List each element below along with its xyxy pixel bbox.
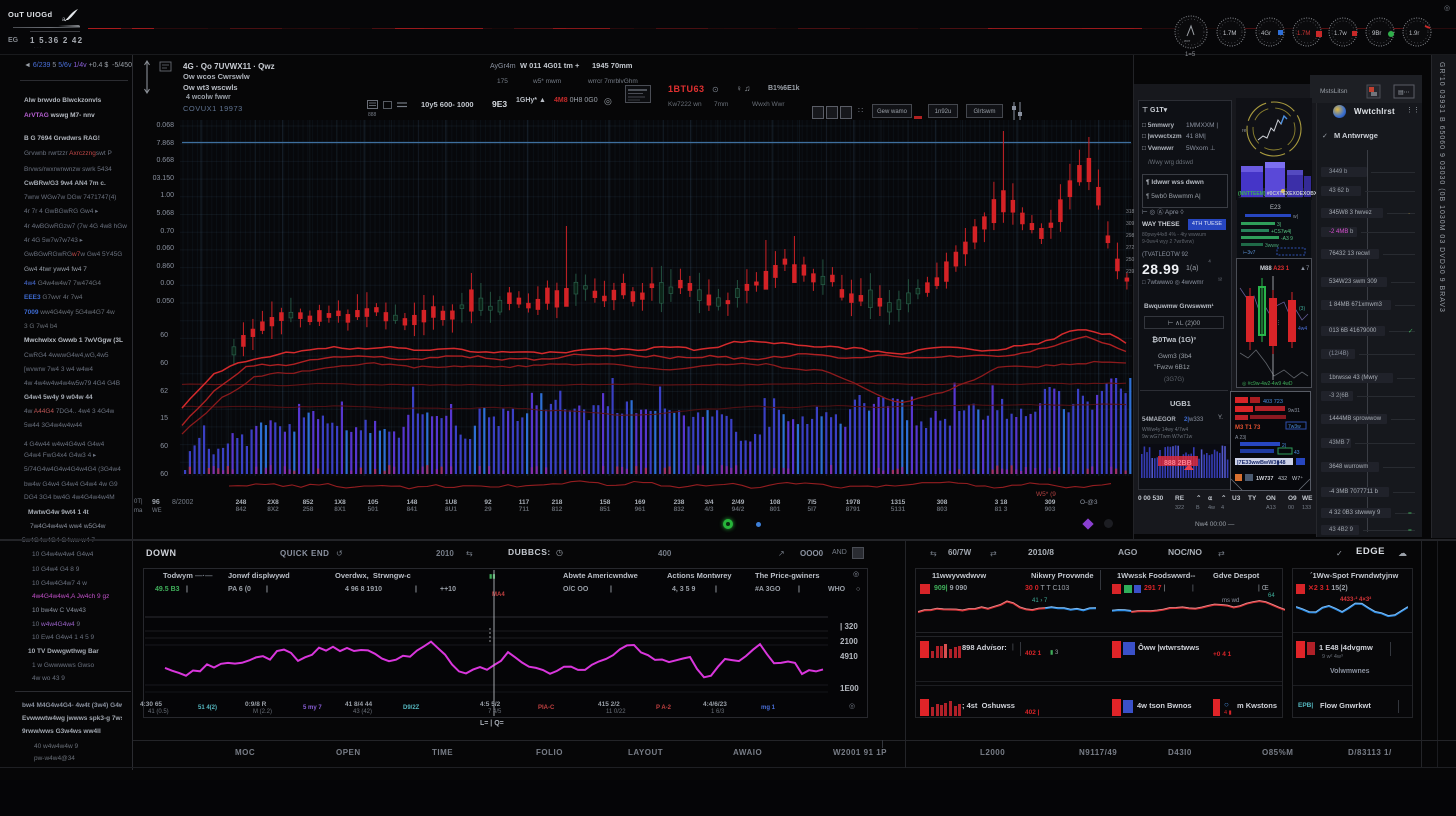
svg-text:a: a xyxy=(62,17,66,22)
svg-text:re: re xyxy=(1242,128,1247,134)
svg-text:3|: 3| xyxy=(1277,222,1281,228)
svg-text:▲7: ▲7 xyxy=(1300,266,1310,272)
svg-text:4Gr: 4Gr xyxy=(1261,31,1271,37)
svg-text:1.9r: 1.9r xyxy=(1409,31,1419,37)
svg-text:3www: 3www xyxy=(1265,243,1279,249)
svg-text:403 723: 403 723 xyxy=(1263,399,1283,405)
svg-text:1=5: 1=5 xyxy=(1185,52,1196,58)
svg-text:E23: E23 xyxy=(1270,205,1281,211)
svg-text:+CS7w4|: +CS7w4| xyxy=(1271,229,1291,235)
svg-text:1.7M: 1.7M xyxy=(1223,31,1236,37)
svg-text:M88 A23 1: M88 A23 1 xyxy=(1260,266,1290,272)
svg-text:W7⁺: W7⁺ xyxy=(1292,475,1303,482)
svg-text:9Br: 9Br xyxy=(1372,31,1381,37)
svg-text:1.7w: 1.7w xyxy=(1334,31,1347,37)
svg-text:w|: w| xyxy=(1293,214,1298,220)
svg-text:⊢3v7: ⊢3v7 xyxy=(1243,249,1256,256)
svg-text:1W737: 1W737 xyxy=(1256,476,1273,482)
svg-text:wvr: wvr xyxy=(1184,38,1191,43)
svg-text:7w3w: 7w3w xyxy=(1288,424,1301,430)
svg-text:⋮: ⋮ xyxy=(1276,320,1281,326)
svg-text:9w31: 9w31 xyxy=(1288,408,1300,414)
svg-text:-A3 9: -A3 9 xyxy=(1281,236,1293,242)
svg-text:M3 T1 73: M3 T1 73 xyxy=(1235,425,1261,431)
svg-text:◎ #c9w-4w2-4w9 4wD: ◎ #c9w-4w2-4w9 4wD xyxy=(1242,381,1293,387)
svg-text:▤⋯: ▤⋯ xyxy=(1398,90,1410,96)
svg-text:(3): (3) xyxy=(1299,306,1305,312)
svg-text:A 23|: A 23| xyxy=(1235,435,1246,441)
svg-text:432: 432 xyxy=(1278,476,1287,482)
svg-text:4w4: 4w4 xyxy=(1298,326,1307,332)
svg-text:|7E33wwBwW3▮48: |7E33wwBwW3▮48 xyxy=(1237,460,1286,466)
svg-text:43: 43 xyxy=(1294,450,1300,456)
svg-text:888: 888 xyxy=(368,112,377,118)
svg-text:1.7M: 1.7M xyxy=(1297,31,1310,37)
